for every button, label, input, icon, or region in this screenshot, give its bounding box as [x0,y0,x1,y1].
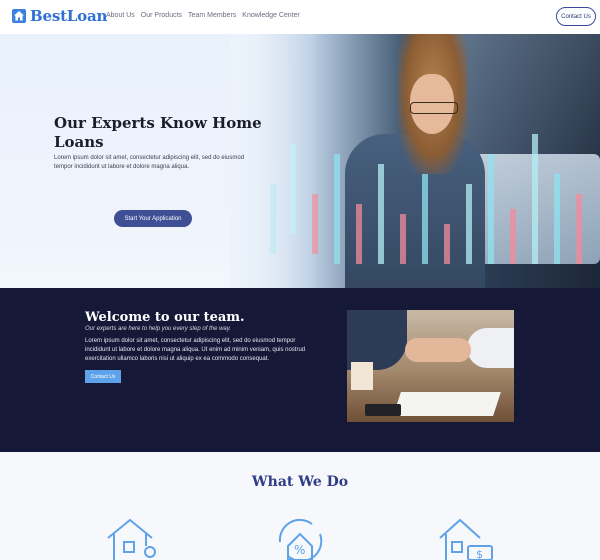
welcome-title: Welcome to our team. [85,310,245,325]
main-nav: About Us Our Products Team Members Knowl… [106,12,300,19]
document-icon [393,392,501,416]
welcome-contact-button[interactable]: Contact Us [85,370,121,383]
nav-team-members[interactable]: Team Members [188,12,236,19]
house-search-icon [107,518,156,560]
nav-our-products[interactable]: Our Products [141,12,182,19]
svg-text:$: $ [476,548,483,560]
house-money-icon: $ [439,518,493,560]
what-we-do-section: What We Do % $ [0,452,600,560]
handshake-icon [405,338,471,362]
logo[interactable]: BestLoan [12,7,107,25]
start-application-button[interactable]: Start Your Application [114,210,192,227]
phone-icon [365,404,401,416]
site-header: BestLoan About Us Our Products Team Memb… [0,0,600,34]
house-model-icon [351,362,373,390]
house-percent-refresh-icon: % [278,518,323,560]
welcome-subtitle: Our experts are here to help you every s… [85,326,231,332]
welcome-section: Welcome to our team. Our experts are her… [0,288,600,452]
hero-section: Our Experts Know Home Loans Lorem ipsum … [0,34,600,288]
nav-about-us[interactable]: About Us [106,12,135,19]
svg-text:%: % [294,543,305,557]
brand-name: BestLoan [30,7,108,25]
house-logo-icon [12,9,26,23]
nav-knowledge-center[interactable]: Knowledge Center [242,12,300,19]
hero-text: Lorem ipsum dolor sit amet, consectetur … [54,155,245,170]
contact-us-button[interactable]: Contact Us [556,7,596,26]
handshake-image [347,310,514,422]
handshake-sleeve-left [347,310,407,370]
what-we-do-title: What We Do [251,474,349,490]
handshake-sleeve-right [467,328,514,368]
welcome-text: Lorem ipsum dolor sit amet, consectetur … [85,338,306,362]
hero-title: Our Experts Know Home Loans [54,114,262,151]
